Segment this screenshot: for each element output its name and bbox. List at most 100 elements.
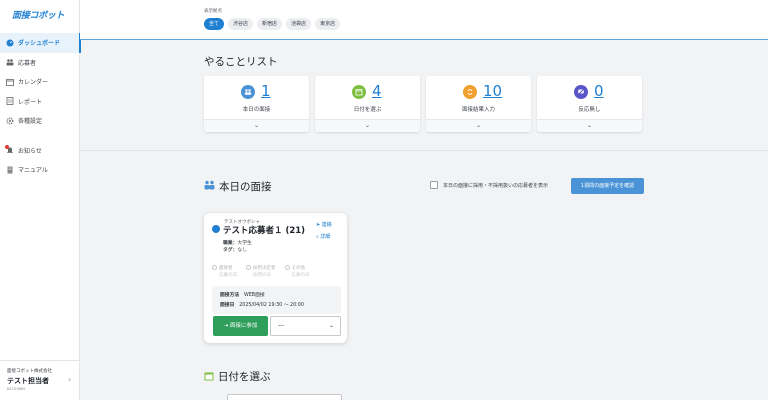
calendar-icon [204,371,214,384]
method-row: 面接方法 WEB面接 [220,291,265,298]
bell-icon [5,145,14,154]
todo-count[interactable]: 10 [483,82,502,100]
chip-shinjuku[interactable]: 新宿店 [257,18,283,30]
search-icon: ⌕ [316,234,319,240]
sidebar: 面接コボット ダッシュボード 応募者 カレンダー レポート 各種設定 お知らせ … [0,0,81,400]
sidebar-item-calendar[interactable]: カレンダー [0,72,80,92]
sidebar-item-dashboard[interactable]: ダッシュボード [0,33,81,53]
calendar-icon [352,85,366,99]
join-label: 面接に参加 [229,323,258,329]
send-icon: ➤ [316,222,321,228]
status-select[interactable]: --- ⌄ [270,316,341,336]
contact-link[interactable]: ➤ 連絡 [316,221,332,228]
chevron-down-icon: ⌄ [328,322,334,329]
todo-count[interactable]: 4 [372,82,382,100]
location-chips: 全て 渋谷店 新宿店 池袋店 東京店 [204,18,341,30]
select-value: --- [278,322,285,329]
gear-icon [6,117,14,125]
method-label: 面接方法 [220,293,240,298]
todo-count[interactable]: 0 [594,82,604,100]
todo-label: 本日の面接 [242,107,271,113]
refresh-icon [463,85,477,99]
week-schedule-button[interactable]: 1週間の面接予定を確認 [571,178,644,194]
step-sub: 応募の日 [219,273,237,278]
nav-gap [0,131,80,141]
step-sub: 応募の日 [291,273,310,278]
interview-detail-box: 面接方法 WEB面接 面接日 2025/04/02 19:30 〜 20:00 [212,286,341,314]
todo-label: 面接結果入力 [461,107,495,113]
sidebar-item-report[interactable]: レポート [0,92,80,112]
step-sub: 採用の日 [253,273,271,278]
date-row: 面接日 2025/04/02 19:30 〜 20:00 [220,301,304,308]
date-value: 2025/04/02 19:30 〜 20:00 [239,303,304,308]
interview-card: テストオウボシャ テスト応募者１ (21) ➤ 連絡 ⌕ 詳細 職業：大学生 タ… [204,213,347,343]
sidebar-item-label: レポート [18,98,43,106]
sidebar-item-label: お知らせ [18,147,42,155]
step-label: 採用決定者 [253,266,276,271]
todo-card-pick-date[interactable]: 4 日付を選ぶ ⌄ [315,76,420,132]
sidebar-item-label: 各種設定 [18,118,43,126]
step-label: その他 [291,266,306,271]
step-ring-icon [284,265,290,270]
join-interview-button[interactable]: ⇥ 面接に参加 [213,316,268,336]
filter-label: 表示拠点 [204,9,222,14]
users-icon [241,85,255,99]
step-hired: 採用決定者 採用の日 [246,265,276,279]
sidebar-item-applicants[interactable]: 応募者 [0,53,80,73]
step-ring-icon [246,265,251,270]
sidebar-separator [0,360,80,361]
detail-label: 詳細 [320,234,331,240]
today-interviews-title: 本日の面接 [219,181,272,193]
sidebar-item-manual[interactable]: マニュアル [0,160,80,180]
sidebar-item-notices[interactable]: お知らせ [0,141,80,161]
expand-chevron-icon[interactable]: ⌄ [204,119,309,132]
date-search-input[interactable] [227,394,342,400]
applicant-name[interactable]: テスト応募者１ (21) [223,224,305,236]
chip-all[interactable]: 全て [204,18,225,30]
chip-tokyo[interactable]: 東京店 [315,18,341,30]
pick-date-title: 日付を選ぶ [218,371,271,383]
todo-cards: 1 本日の面接 ⌄ 4 日付を選ぶ ⌄ 10 面接結果入力 ⌄ 0 反応無し ⌄ [204,76,642,132]
expand-chevron-icon[interactable]: ⌄ [315,119,420,132]
status-steps: 面接者 応募の日 採用決定者 採用の日 その他 応募の日 [212,265,310,279]
tag-row: タグ：なし [223,246,247,253]
todo-card-no-response[interactable]: 0 反応無し ⌄ [537,76,642,132]
chip-shibuya[interactable]: 渋谷店 [228,18,254,30]
step-ring-icon [212,265,217,270]
todo-card-result-input[interactable]: 10 面接結果入力 ⌄ [426,76,531,132]
method-value: WEB面接 [244,293,265,298]
chevron-right-icon[interactable]: › [68,375,71,384]
user-id: K87D3885 [7,387,26,391]
checkbox-label: 本日の面接に採用・不採用扱いの応募者を表示 [443,182,549,189]
enter-icon: ⇥ [223,323,229,329]
location-filter-bar: 表示拠点 全て 渋谷店 新宿店 池袋店 東京店 [80,0,768,40]
step-interviewer: 面接者 応募の日 [212,265,237,279]
job-row: 職業：大学生 [223,239,252,246]
users-icon [204,180,215,193]
sidebar-nav: ダッシュボード 応募者 カレンダー レポート 各種設定 お知らせ マニュアル [0,33,81,180]
section-divider [80,150,768,151]
dashboard-icon [6,39,14,47]
show-decided-checkbox[interactable] [430,181,438,189]
todo-card-today-interviews[interactable]: 1 本日の面接 ⌄ [204,76,309,132]
sidebar-item-settings[interactable]: 各種設定 [0,111,80,131]
avatar [212,225,220,233]
app-root: 面接コボット ダッシュボード 応募者 カレンダー レポート 各種設定 お知らせ … [0,0,768,400]
detail-link[interactable]: ⌕ 詳細 [316,233,330,240]
chip-ikebukuro[interactable]: 池袋店 [286,18,312,30]
tag-value: なし [237,248,248,253]
app-logo[interactable]: 面接コボット [12,8,65,21]
expand-chevron-icon[interactable]: ⌄ [537,119,642,132]
user-name[interactable]: テスト担当者 [7,376,49,386]
users-icon [6,58,14,66]
todo-label: 反応無し [578,107,601,113]
calendar-icon [6,78,14,86]
sidebar-item-label: カレンダー [18,79,49,87]
todo-title: やることリスト [204,56,278,68]
todo-count[interactable]: 1 [261,82,271,100]
step-label: 面接者 [219,266,233,271]
expand-chevron-icon[interactable]: ⌄ [426,119,531,132]
show-decided-checkbox-row[interactable]: 本日の面接に採用・不採用扱いの応募者を表示 [430,181,548,189]
date-label: 面接日 [220,303,235,308]
sidebar-item-label: 応募者 [18,59,37,67]
